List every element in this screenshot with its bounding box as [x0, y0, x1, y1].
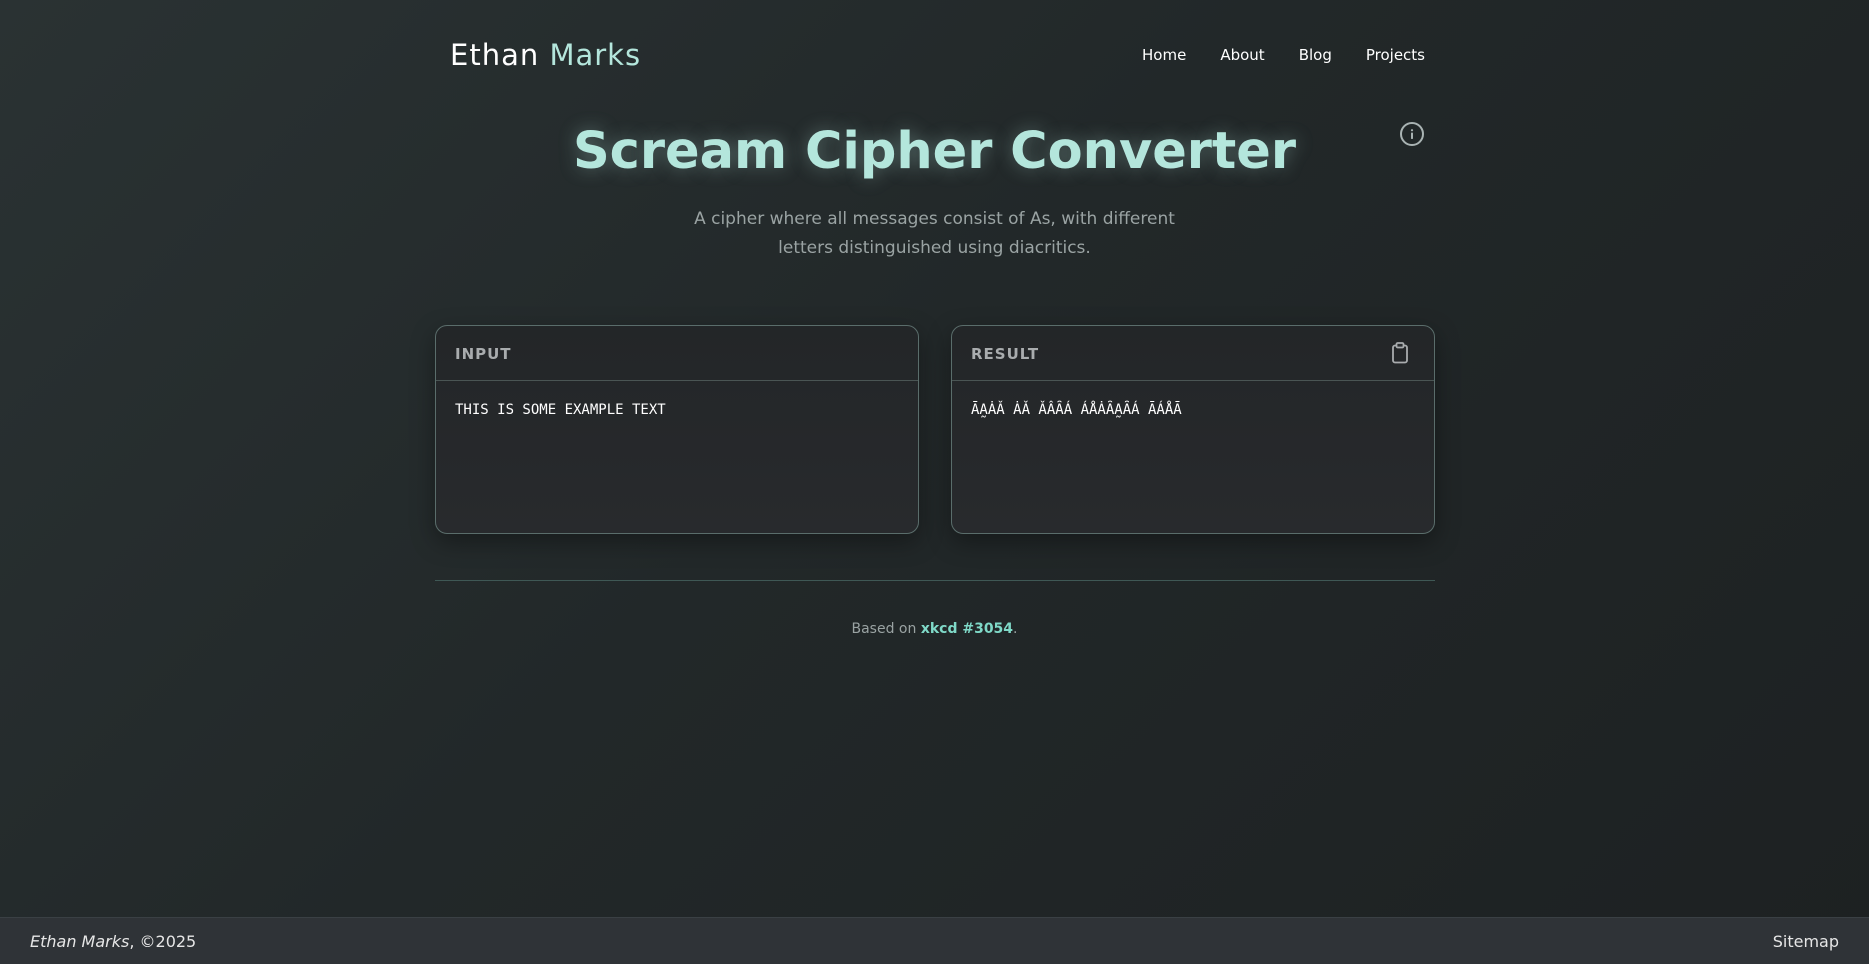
input-panel: INPUT THIS IS SOME EXAMPLE TEXT	[435, 325, 919, 534]
input-label: INPUT	[455, 345, 512, 363]
footer-copyright: Ethan Marks, ©2025	[30, 932, 196, 951]
credit-suffix: .	[1013, 621, 1018, 637]
sitemap-link[interactable]: Sitemap	[1773, 932, 1839, 951]
brand-logo[interactable]: Ethan Marks	[450, 38, 641, 72]
result-label: RESULT	[971, 345, 1040, 363]
site-header: Ethan Marks Home About Blog Projects	[450, 36, 1425, 76]
nav-home[interactable]: Home	[1142, 46, 1186, 64]
input-panel-body: THIS IS SOME EXAMPLE TEXT	[436, 381, 918, 537]
content-divider	[435, 580, 1435, 581]
brand-last-name: Marks	[549, 38, 642, 72]
nav-projects[interactable]: Projects	[1366, 46, 1425, 64]
site-footer: Ethan Marks, ©2025 Sitemap	[0, 917, 1869, 964]
nav-blog[interactable]: Blog	[1299, 46, 1332, 64]
input-textarea[interactable]: THIS IS SOME EXAMPLE TEXT	[455, 402, 899, 512]
xkcd-link[interactable]: xkcd #3054	[921, 621, 1013, 637]
credit-prefix: Based on	[851, 621, 921, 637]
page-subtitle: A cipher where all messages consist of A…	[694, 209, 1175, 258]
page-title: Scream Cipher Converter	[572, 122, 1297, 181]
credit-line: Based on xkcd #3054.	[0, 621, 1869, 637]
result-output: ĀA̰ȦǍ ȦǍ ǍÂȂÁ ÁÅȦȂA̰ȂÁ ĀÁÅĀ	[971, 402, 1182, 418]
footer-name: Ethan Marks	[30, 932, 130, 951]
brand-first-name: Ethan	[450, 38, 550, 72]
footer-year: , ©2025	[129, 932, 197, 951]
input-panel-header: INPUT	[436, 326, 918, 381]
nav-about[interactable]: About	[1220, 46, 1264, 64]
main-nav: Home About Blog Projects	[1108, 46, 1425, 64]
result-panel: RESULT ĀA̰ȦǍ ȦǍ ǍÂȂÁ ÁÅȦȂA̰ȂÁ ĀÁÅĀ	[951, 325, 1435, 534]
result-panel-header: RESULT	[952, 326, 1434, 381]
clipboard-icon[interactable]	[1391, 342, 1409, 364]
